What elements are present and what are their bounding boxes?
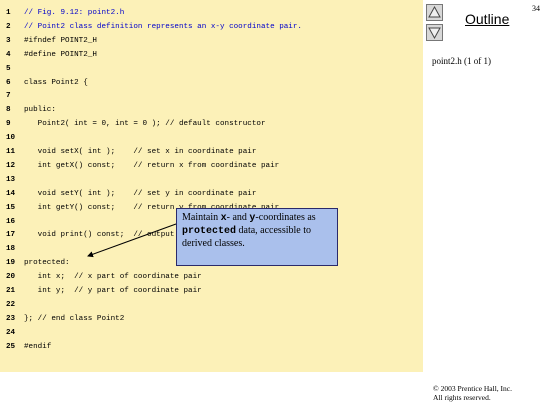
copyright-line-1: © 2003 Prentice Hall, Inc. [433, 384, 513, 393]
line-number: 12 [6, 161, 16, 170]
callout-text-1: Maintain [182, 212, 221, 223]
line-number: 20 [6, 273, 16, 282]
code-panel: 1 // Fig. 9.12: point2.h 2 // Point2 class … [0, 0, 423, 372]
line-number: 11 [6, 148, 16, 156]
code-text: #endif [24, 342, 52, 351]
code-text: protected: [24, 259, 70, 268]
line-number: 9 [6, 120, 11, 129]
file-label: point2.h (1 of 1) [432, 56, 491, 66]
line-number: 18 [6, 245, 16, 254]
line-number: 8 [6, 106, 11, 115]
callout-text-3: -coordinates as [255, 212, 316, 223]
line-number: 25 [6, 342, 16, 351]
code-text: int y; // y part of coordinate pair [24, 287, 202, 295]
outline-link[interactable]: Outline [465, 11, 509, 27]
line-number: 19 [6, 259, 16, 268]
previous-slide-button[interactable] [426, 4, 443, 21]
line-number: 13 [6, 175, 16, 184]
code-text: void setX( int ); // set x in coordinate… [24, 148, 257, 156]
callout-protected: protected [182, 226, 237, 237]
line-number: 23 [6, 314, 16, 323]
callout-text-2: - and [226, 212, 250, 223]
code-text: Point2( int = 0, int = 0 ); // default c… [24, 120, 266, 129]
line-number: 17 [6, 231, 16, 240]
code-text: int getX() const; // return x from coord… [24, 161, 280, 170]
code-text: public: [24, 106, 56, 115]
line-number: 6 [6, 78, 11, 87]
line-number: 2 [6, 22, 11, 31]
arrow-up-icon [428, 5, 441, 18]
code-text: #ifndef POINT2_H [24, 36, 97, 45]
code-text: int x; // x part of coordinate pair [24, 273, 202, 282]
next-slide-button[interactable] [426, 24, 443, 41]
code-text: class Point2 { [24, 78, 88, 87]
line-number: 15 [6, 203, 16, 212]
line-number: 24 [6, 328, 16, 337]
line-number: 4 [6, 50, 11, 59]
code-text: void setY( int ); // set y in coordinate… [24, 189, 257, 198]
callout-note: Maintain x- and y-coordinates as protect… [176, 208, 338, 266]
code-text: // Point2 class definition represents an… [24, 22, 302, 31]
arrow-down-icon [428, 27, 441, 40]
line-number: 1 [6, 9, 11, 17]
line-number: 5 [6, 64, 11, 73]
code-text: }; // end class Point2 [24, 314, 125, 323]
copyright: © 2003 Prentice Hall, Inc. All rights re… [433, 384, 512, 402]
code-text: // Fig. 9.12: point2.h [24, 9, 125, 17]
slide-number: 34 [532, 4, 540, 13]
line-number: 3 [6, 36, 11, 45]
code-text: #define POINT2_H [24, 50, 97, 59]
line-number: 22 [6, 300, 16, 309]
line-number: 16 [6, 217, 16, 226]
line-number: 21 [6, 287, 16, 295]
copyright-line-2: All rights reserved. [433, 393, 491, 402]
line-number: 10 [6, 134, 16, 143]
line-number: 7 [6, 92, 11, 101]
line-number: 14 [6, 189, 16, 198]
